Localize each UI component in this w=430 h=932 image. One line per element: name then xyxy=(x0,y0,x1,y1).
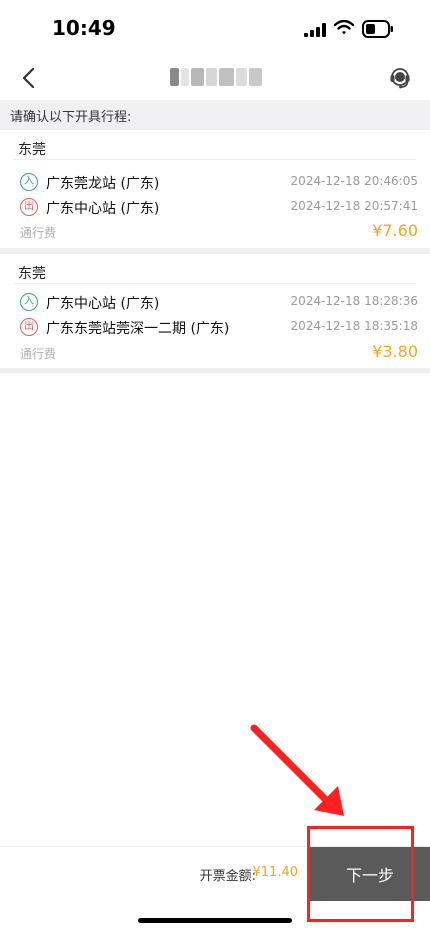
confirm-prompt-band: 请确认以下开具行程: xyxy=(0,100,430,130)
fee-label: 通行费 xyxy=(20,347,57,361)
trip-card[interactable]: 东莞 入 广东中心站 (广东) 2024-12-18 18:28:36 出 广东… xyxy=(0,254,430,368)
status-time: 10:49 xyxy=(52,16,116,40)
signal-icon xyxy=(304,22,326,41)
exit-badge: 出 xyxy=(20,198,38,216)
customer-service-button[interactable] xyxy=(384,62,416,94)
fee-label: 通行费 xyxy=(20,226,57,240)
invoice-total-amount: ¥11.40 xyxy=(252,865,299,880)
trip-exit-row: 出 广东中心站 (广东) 2024-12-18 20:57:41 xyxy=(0,196,430,220)
back-button[interactable] xyxy=(12,62,44,94)
status-bar: 10:49 xyxy=(0,0,430,56)
exit-station: 广东东莞站莞深一二期 (广东) xyxy=(46,321,230,337)
invoice-total-label: 开票金额: xyxy=(199,869,256,884)
entry-station: 广东莞龙站 (广东) xyxy=(46,176,160,192)
fee-amount: ¥3.80 xyxy=(372,342,418,361)
annotation-highlight-box xyxy=(307,826,414,922)
trip-city: 东莞 xyxy=(18,266,46,282)
trip-city: 东莞 xyxy=(18,142,46,158)
exit-time: 2024-12-18 18:35:18 xyxy=(290,319,418,333)
entry-station: 广东中心站 (广东) xyxy=(46,296,160,312)
wifi-icon xyxy=(333,19,355,40)
entry-time: 2024-12-18 18:28:36 xyxy=(290,294,418,308)
annotation-arrow-icon xyxy=(250,724,344,816)
confirm-prompt: 请确认以下开具行程: xyxy=(10,110,132,125)
trip-exit-row: 出 广东东莞站莞深一二期 (广东) 2024-12-18 18:35:18 xyxy=(0,316,430,340)
entry-badge: 入 xyxy=(20,293,38,311)
trip-entry-row: 入 广东莞龙站 (广东) 2024-12-18 20:46:05 xyxy=(0,171,430,195)
exit-station: 广东中心站 (广东) xyxy=(46,201,160,217)
chevron-left-icon xyxy=(22,67,35,89)
divider xyxy=(14,283,416,284)
trip-entry-row: 入 广东中心站 (广东) 2024-12-18 18:28:36 xyxy=(0,291,430,315)
entry-badge: 入 xyxy=(20,173,38,191)
home-indicator[interactable] xyxy=(138,918,292,923)
card-separator xyxy=(0,368,430,373)
fee-amount: ¥7.60 xyxy=(372,221,418,240)
divider xyxy=(14,159,416,160)
entry-time: 2024-12-18 20:46:05 xyxy=(290,174,418,188)
battery-icon xyxy=(362,20,394,42)
exit-time: 2024-12-18 20:57:41 xyxy=(290,199,418,213)
trip-card[interactable]: 东莞 入 广东莞龙站 (广东) 2024-12-18 20:46:05 出 广东… xyxy=(0,130,430,248)
headset-icon xyxy=(390,68,410,89)
nav-title-redacted xyxy=(170,68,262,86)
exit-badge: 出 xyxy=(20,318,38,336)
nav-bar xyxy=(0,56,430,100)
